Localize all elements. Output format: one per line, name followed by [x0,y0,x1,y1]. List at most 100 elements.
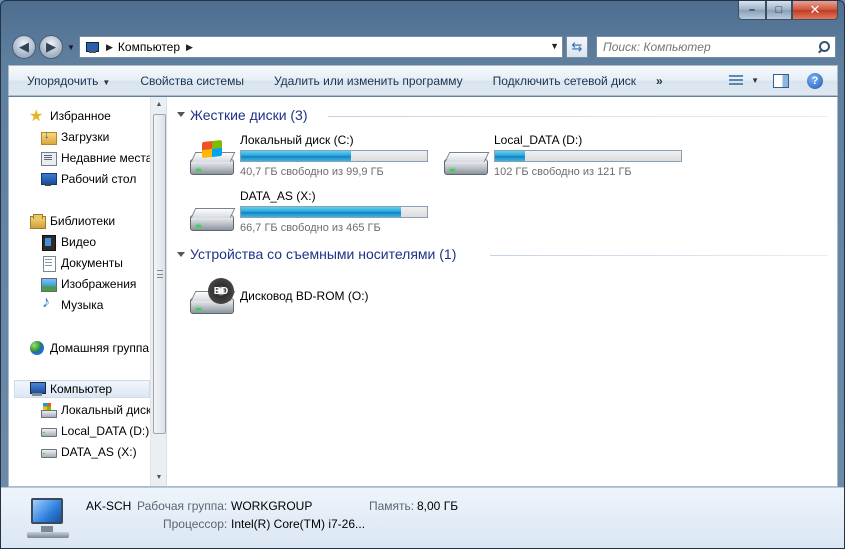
collapse-group-icon[interactable] [177,112,185,120]
nav-downloads[interactable]: Загрузки [40,128,109,146]
grip-icon [157,270,163,278]
drive-tile-bd-rom[interactable]: BD Дисковод BD-ROM (O:) [188,272,438,328]
command-bar: Упорядочить ▼ Свойства системы Удалить ил… [8,65,838,96]
system-drive-icon [188,139,236,183]
recent-pages-dropdown[interactable]: ▼ [67,43,75,52]
documents-icon [40,255,56,272]
hard-drive-icon [40,423,57,439]
nav-label: Недавние места [61,151,153,165]
nav-drive-c[interactable]: Локальный диск [40,401,151,419]
view-options-dropdown[interactable]: ▼ [751,76,759,85]
blu-ray-disc-icon: BD [208,278,234,304]
nav-desktop[interactable]: Рабочий стол [40,170,136,188]
scroll-up-icon[interactable]: ▲ [153,99,165,111]
hard-drive-icon [40,444,57,460]
back-button[interactable]: ◀ [12,35,36,59]
chevron-down-icon: ▼ [102,77,111,87]
change-view-icon[interactable] [729,74,745,88]
address-bar[interactable]: ▶ Компьютер ▶ ▼ [79,36,563,58]
breadcrumb-chevron-icon[interactable]: ▶ [106,42,113,53]
refresh-icon: ⇆ [571,39,583,54]
search-icon[interactable] [814,38,832,56]
memory-value: 8,00 ГБ [417,499,459,513]
breadcrumb-chevron-icon[interactable]: ▶ [186,42,193,53]
drive-tile-x[interactable]: DATA_AS (X:) 66,7 ГБ свободно из 465 ГБ [188,189,438,245]
preview-pane-icon[interactable] [773,73,789,88]
nav-label: Компьютер [50,382,113,396]
windows-logo-icon [202,139,222,159]
music-icon [40,294,56,313]
arrow-left-icon: ◀ [19,39,29,54]
hard-drive-icon [442,139,490,183]
pictures-icon [40,276,57,292]
drive-usage-bar [494,150,682,162]
nav-label: Загрузки [61,130,110,144]
nav-label: Домашняя группа [50,341,150,355]
nav-recent-places[interactable]: Недавние места [40,149,152,167]
system-drive-icon [40,402,57,418]
navigation-pane: Избранное Загрузки Недавние места Рабочи… [9,97,167,486]
uninstall-program-button[interactable]: Удалить или изменить программу [256,74,475,88]
navigation-scrollbar[interactable]: ▲ ▼ [150,97,166,486]
workgroup-value: WORKGROUP [231,499,313,513]
nav-libraries[interactable]: Библиотеки [29,212,115,230]
maximize-button[interactable]: □ [766,1,792,20]
address-history-dropdown[interactable]: ▼ [550,41,559,51]
drive-tile-d[interactable]: Local_DATA (D:) 102 ГБ свободно из 121 Г… [442,133,692,189]
star-icon [29,106,45,126]
scrollbar-thumb[interactable] [153,114,166,434]
nav-documents[interactable]: Документы [40,254,123,272]
drive-usage-bar [240,206,428,218]
drive-name: Локальный диск (C:) [240,133,354,147]
video-library-icon [40,234,56,251]
refresh-button[interactable]: ⇆ [566,36,588,58]
search-input[interactable] [603,40,814,54]
drive-name: Local_DATA (D:) [494,133,583,147]
group-divider [328,116,828,117]
system-properties-button[interactable]: Свойства системы [122,74,256,88]
breadcrumb-computer[interactable]: Компьютер [118,40,180,54]
details-pane: AK-SCH Рабочая группа: WORKGROUP Память:… [1,487,844,548]
memory-label: Память: [369,499,415,513]
nav-label: Локальный диск [61,403,152,417]
drive-usage-bar [240,150,428,162]
scroll-down-icon[interactable]: ▼ [153,472,165,484]
nav-homegroup[interactable]: Домашняя группа [29,339,149,357]
navigation-row: ◀ ▶ ▼ ▶ Компьютер ▶ ▼ ⇆ [1,31,844,63]
drive-name: DATA_AS (X:) [240,189,316,203]
drive-free-space: 66,7 ГБ свободно из 465 ГБ [240,222,381,234]
nav-label: Музыка [61,298,104,312]
nav-drive-d[interactable]: Local_DATA (D:) [40,422,149,440]
drive-free-space: 102 ГБ свободно из 121 ГБ [494,166,632,178]
organize-button[interactable]: Упорядочить ▼ [9,74,122,88]
more-commands-button[interactable]: » [648,74,675,88]
collapse-group-icon[interactable] [177,252,185,260]
minimize-button[interactable]: – [738,1,766,20]
content-frame: Избранное Загрузки Недавние места Рабочи… [8,97,838,487]
nav-drive-x[interactable]: DATA_AS (X:) [40,443,137,461]
drive-tile-c[interactable]: Локальный диск (C:) 40,7 ГБ свободно из … [188,133,438,189]
map-network-drive-button[interactable]: Подключить сетевой диск [475,74,648,88]
drive-usage-fill [241,151,351,161]
search-box[interactable] [596,36,836,58]
explorer-window: – □ ✕ ◀ ▶ ▼ ▶ Компьютер ▶ ▼ ⇆ Упорядочит… [0,0,845,549]
nav-favorites[interactable]: Избранное [29,106,111,126]
close-button[interactable]: ✕ [792,1,838,20]
homegroup-icon [29,340,45,356]
group-header-hard-drives[interactable]: Жесткие диски (3) [190,107,308,125]
nav-music[interactable]: Музыка [40,294,104,314]
nav-label: Изображения [61,277,137,291]
nav-images[interactable]: Изображения [40,275,136,293]
arrow-right-icon: ▶ [46,39,56,54]
desktop-icon [40,171,57,187]
nav-video[interactable]: Видео [40,233,96,251]
forward-button[interactable]: ▶ [39,35,63,59]
group-header-removable[interactable]: Устройства со съемными носителями (1) [190,246,456,264]
drive-free-space: 40,7 ГБ свободно из 99,9 ГБ [240,166,384,178]
view-controls: ▼ ? [723,72,837,89]
help-icon[interactable]: ? [807,72,823,89]
nav-computer[interactable]: Компьютер [14,380,150,398]
drive-usage-fill [495,151,525,161]
drive-usage-fill [241,207,401,217]
nav-label: Избранное [50,109,111,123]
